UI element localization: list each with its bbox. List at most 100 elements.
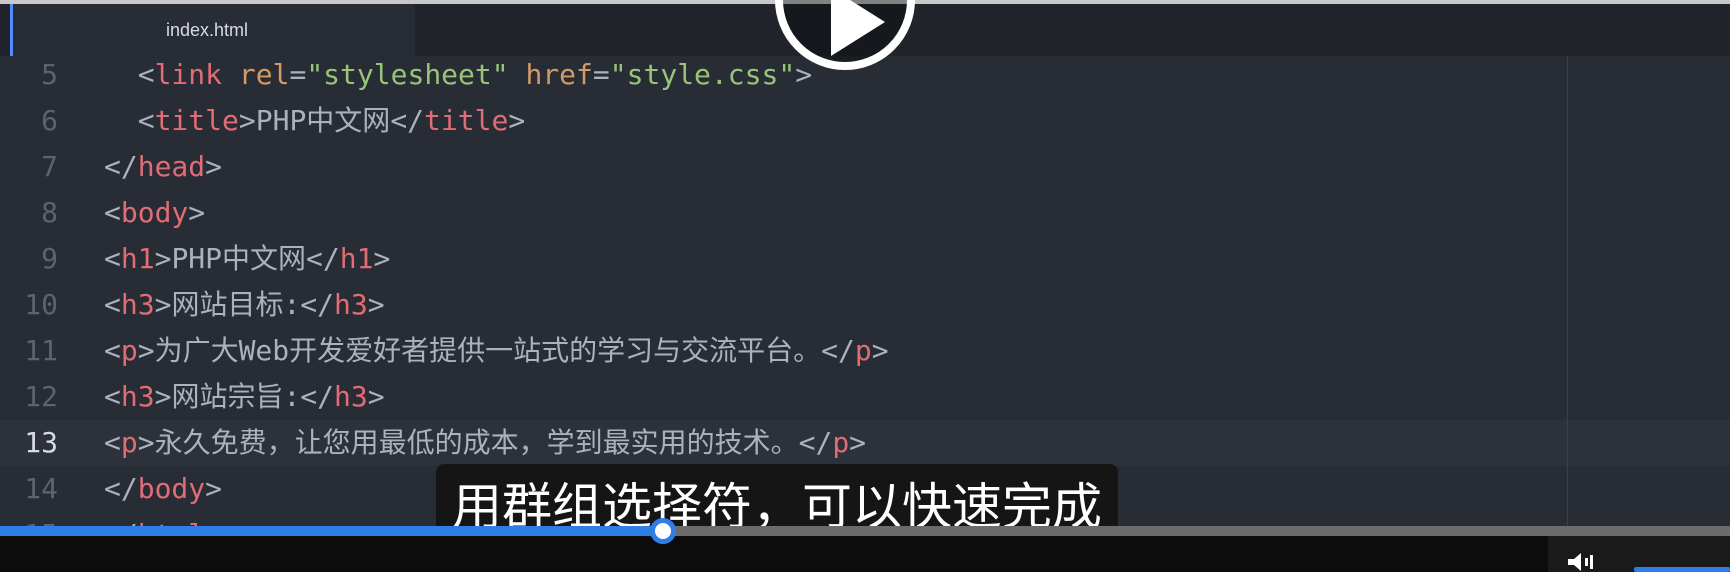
code-line[interactable]: 9 <h1>PHP中文网</h1> <box>0 236 1730 282</box>
code-token-tag: h1 <box>120 242 155 275</box>
line-number: 10 <box>24 288 58 321</box>
line-code: <h3>网站宗旨:</h3> <box>104 374 385 420</box>
line-number: 5 <box>41 58 58 91</box>
code-token-punct: < <box>104 196 121 229</box>
code-token-tag: link <box>154 58 223 91</box>
code-token-punct: > <box>238 104 256 137</box>
code-token-string: "stylesheet" <box>306 58 509 91</box>
code-token-punct <box>509 58 526 91</box>
line-code: <body> <box>104 190 205 236</box>
code-token-tag: p <box>854 334 872 367</box>
line-code: </head> <box>104 144 222 190</box>
line-code: <link rel="stylesheet" href="style.css"> <box>104 52 812 98</box>
code-token-text: 永久免费，让您用最低的成本，学到最实用的技术。 <box>154 426 799 459</box>
code-token-text: PHP中文网 <box>255 104 391 137</box>
code-token-tag: h3 <box>120 288 155 321</box>
code-token-tag: head <box>137 150 206 183</box>
code-token-tag: title <box>424 104 509 137</box>
code-line[interactable]: 11 <p>为广大Web开发爱好者提供一站式的学习与交流平台。</p> <box>0 328 1730 374</box>
code-token-punct: > <box>795 58 813 91</box>
code-token-punct <box>222 58 239 91</box>
code-token-attr: rel <box>238 58 290 91</box>
code-token-punct: </ <box>821 334 855 367</box>
volume-icon[interactable] <box>1568 552 1596 572</box>
code-token-punct: > <box>188 196 206 229</box>
code-line[interactable]: 12 <h3>网站宗旨:</h3> <box>0 374 1730 420</box>
code-token-punct: < <box>137 58 155 91</box>
code-token-punct: > <box>849 426 867 459</box>
code-token-punct: > <box>205 472 223 505</box>
code-token-punct: > <box>871 334 889 367</box>
code-token-punct: < <box>104 334 121 367</box>
code-token-punct: < <box>104 426 121 459</box>
line-number: 6 <box>41 104 58 137</box>
code-token-punct: > <box>154 380 172 413</box>
volume-panel <box>1548 536 1730 572</box>
code-token-tag: body <box>137 472 206 505</box>
line-code: <h1>PHP中文网</h1> <box>104 236 390 282</box>
line-number: 11 <box>24 334 58 367</box>
code-token-punct: > <box>508 104 526 137</box>
video-progress-fill <box>0 526 663 536</box>
code-token-punct: = <box>592 58 610 91</box>
line-code: <p>为广大Web开发爱好者提供一站式的学习与交流平台。</p> <box>104 328 889 374</box>
code-token-tag: body <box>120 196 189 229</box>
code-line[interactable]: 10 <h3>网站目标:</h3> <box>0 282 1730 328</box>
code-line[interactable]: 6 <title>PHP中文网</title> <box>0 98 1730 144</box>
code-token-punct: < <box>137 104 155 137</box>
code-token-tag: h3 <box>120 380 155 413</box>
code-token-punct: > <box>154 288 172 321</box>
code-token-punct: </ <box>798 426 833 459</box>
code-token-punct: </ <box>390 104 425 137</box>
code-token-punct: > <box>154 242 172 275</box>
code-token-tag: title <box>154 104 239 137</box>
tab-index-html[interactable]: index.html <box>10 4 415 56</box>
code-token-punct: > <box>367 380 385 413</box>
code-token-punct: < <box>104 380 121 413</box>
code-token-text: 网站目标: <box>171 288 301 321</box>
tab-label: index.html <box>166 20 249 40</box>
code-token-tag: h1 <box>339 242 374 275</box>
code-token-tag: p <box>832 426 850 459</box>
code-line[interactable]: 8 <body> <box>0 190 1730 236</box>
wrap-guide <box>1567 56 1568 526</box>
line-number: 13 <box>24 426 58 459</box>
code-token-attr: href <box>525 58 593 91</box>
volume-level-bar[interactable] <box>1634 567 1730 572</box>
code-token-tag: p <box>120 334 138 367</box>
code-token-punct: < <box>104 288 121 321</box>
code-token-punct: </ <box>306 242 340 275</box>
code-token-punct: > <box>137 426 155 459</box>
code-token-punct: </ <box>300 380 335 413</box>
code-token-punct: > <box>367 288 385 321</box>
code-token-punct: </ <box>104 150 138 183</box>
line-number: 14 <box>24 472 58 505</box>
code-token-tag: h3 <box>334 288 368 321</box>
line-code: <h3>网站目标:</h3> <box>104 282 385 328</box>
code-line[interactable]: 13 <p>永久免费，让您用最低的成本，学到最实用的技术。</p> <box>0 420 1730 466</box>
code-token-text: 网站宗旨: <box>171 380 301 413</box>
line-code: </body> <box>104 466 222 512</box>
code-token-text: PHP中文网 <box>171 242 307 275</box>
play-icon <box>831 0 885 56</box>
code-token-text: 为广大Web开发爱好者提供一站式的学习与交流平台。 <box>154 334 822 367</box>
code-line[interactable]: 7 </head> <box>0 144 1730 190</box>
line-code: <title>PHP中文网</title> <box>104 98 525 144</box>
code-token-string: "style.css" <box>609 58 796 91</box>
line-code: <p>永久免费，让您用最低的成本，学到最实用的技术。</p> <box>104 420 866 466</box>
code-token-punct: > <box>205 150 223 183</box>
line-number: 12 <box>24 380 58 413</box>
code-token-punct: > <box>137 334 155 367</box>
code-token-punct: > <box>373 242 391 275</box>
line-number: 9 <box>41 242 58 275</box>
code-token-punct: < <box>104 242 121 275</box>
video-progress-handle[interactable] <box>649 518 676 544</box>
code-token-punct: </ <box>104 472 138 505</box>
video-progress-bar[interactable] <box>0 518 1730 544</box>
code-token-tag: h3 <box>334 380 368 413</box>
code-token-punct: = <box>289 58 307 91</box>
code-token-punct: </ <box>300 288 335 321</box>
code-token-tag: p <box>120 426 138 459</box>
line-number: 7 <box>41 150 58 183</box>
